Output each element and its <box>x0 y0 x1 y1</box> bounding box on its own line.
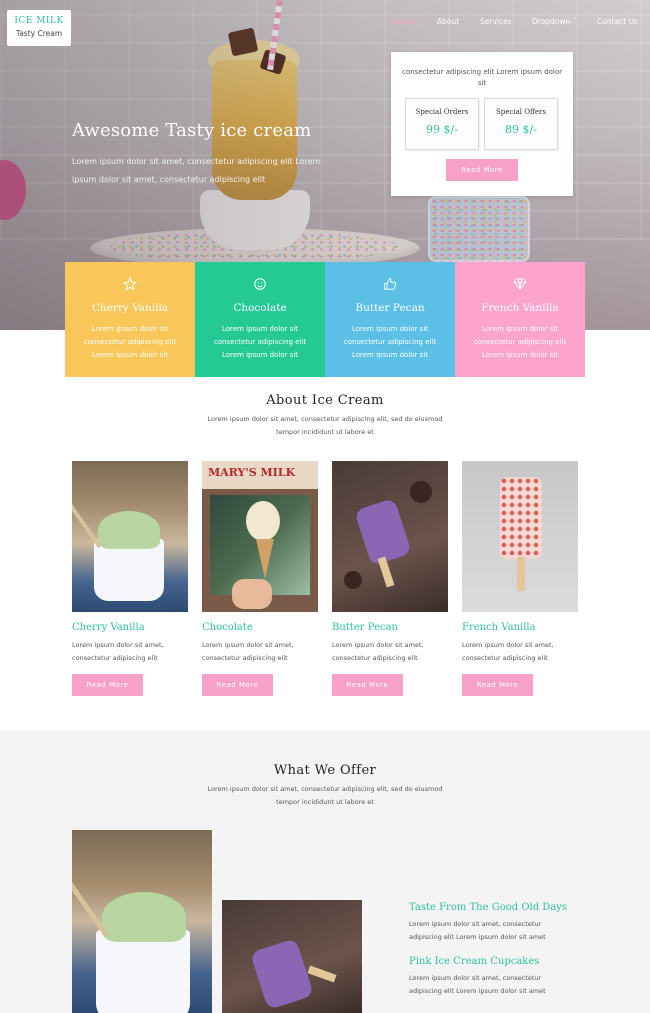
flavor-text: Lorem ipsum dolor sit consectetur adipis… <box>473 325 567 359</box>
shop-sign: MARY'S MILK <box>208 466 296 479</box>
flavor-card-butter-pecan[interactable]: Butter Pecan Lorem ipsum dolor sit conse… <box>325 262 455 377</box>
offer-item-heading: Taste From The Good Old Days <box>409 902 568 913</box>
offer-item-text: Lorem ipsum dolor sit amet, consectetur … <box>409 920 546 941</box>
about-item-name: French Vanilla <box>462 622 536 633</box>
offer-popsicle-image <box>222 900 362 1013</box>
flavor-name: Chocolate <box>233 302 287 314</box>
about-item-text: Lorem ipsum dolor sit amet, consectetur … <box>202 641 294 662</box>
about-item-text: Lorem ipsum dolor sit amet, consectetur … <box>332 641 424 662</box>
about-item-name: Chocolate <box>202 622 253 633</box>
flavor-name: Cherry Vanilla <box>91 302 169 314</box>
hero-subtitle: Lorem ipsum dolor sit amet, consectetur … <box>72 157 321 184</box>
special-orders-price: 99 $/- <box>426 123 458 136</box>
special-offers-price: 89 $/- <box>505 123 537 136</box>
strawberry-popsicle-image <box>462 461 578 612</box>
offer-section-subtitle: Lorem ipsum dolor sit amet, consectetur … <box>207 785 443 806</box>
nav-about[interactable]: About <box>437 17 459 26</box>
about-section-title: About Ice Cream <box>266 393 384 408</box>
offer-ice-cream-cup-image <box>72 830 212 1013</box>
special-offers-card[interactable]: Special Offers 89 $/- <box>484 98 558 150</box>
about-section-subtitle: Lorem ipsum dolor sit amet, consectetur … <box>207 415 443 436</box>
flavor-name: Butter Pecan <box>355 302 425 314</box>
special-orders-title: Special Orders <box>415 108 469 116</box>
nav-dropdown[interactable]: Dropdown ˅ <box>532 17 576 26</box>
special-offer-box: consectetur adipiscing elit Lorem ipsum … <box>391 52 573 196</box>
flavor-card-chocolate[interactable]: Chocolate Lorem ipsum dolor sit consecte… <box>195 262 325 377</box>
offer-read-more-button[interactable]: Read More <box>446 159 518 181</box>
offer-box-description: consectetur adipiscing elit Lorem ipsum … <box>402 68 562 87</box>
offer-section-title: What We Offer <box>273 763 377 778</box>
diamond-icon <box>513 278 527 290</box>
thumbs-up-icon <box>384 278 396 290</box>
purple-popsicle-image <box>332 461 448 612</box>
flavor-card-cherry-vanilla[interactable]: Cherry Vanilla Lorem ipsum dolor sit con… <box>65 262 195 377</box>
flavor-text: Lorem ipsum dolor sit consectetur adipis… <box>343 325 437 359</box>
flavor-text: Lorem ipsum dolor sit consectetur adipis… <box>83 325 177 359</box>
smiley-icon <box>254 278 266 290</box>
offer-item-text: Lorem ipsum dolor sit amet, consectetur … <box>409 974 546 995</box>
read-more-button[interactable]: Read More <box>332 674 403 696</box>
ice-cream-cone-image: MARY'S MILK <box>202 461 318 612</box>
read-more-button[interactable]: Read More <box>462 674 533 696</box>
main-nav: Home About Services Dropdown ˅ Contact U… <box>0 17 650 29</box>
nav-home[interactable]: Home <box>393 17 415 26</box>
special-orders-card[interactable]: Special Orders 99 $/- <box>405 98 479 150</box>
nav-services[interactable]: Services <box>480 17 512 26</box>
offer-item-heading: Pink Ice Cream Cupcakes <box>409 956 540 967</box>
logo-tagline: Tasty Cream <box>15 29 63 38</box>
flavor-card-french-vanilla[interactable]: French Vanilla Lorem ipsum dolor sit con… <box>455 262 585 377</box>
read-more-button[interactable]: Read More <box>72 674 143 696</box>
ice-cream-cup-image <box>72 461 188 612</box>
about-item-text: Lorem ipsum dolor sit amet, consectetur … <box>72 641 164 662</box>
read-more-button[interactable]: Read More <box>202 674 273 696</box>
flavor-text: Lorem ipsum dolor sit consectetur adipis… <box>213 325 307 359</box>
flavor-name: French Vanilla <box>481 302 559 314</box>
about-item-name: Cherry Vanilla <box>72 622 145 633</box>
star-icon <box>123 277 137 291</box>
hero-title: Awesome Tasty ice cream <box>72 120 312 141</box>
nav-contact[interactable]: Contact Us <box>597 17 638 26</box>
about-item-text: Lorem ipsum dolor sit amet, consectetur … <box>462 641 554 662</box>
about-item-name: Butter Pecan <box>332 622 398 633</box>
special-offers-title: Special Offers <box>495 108 546 116</box>
